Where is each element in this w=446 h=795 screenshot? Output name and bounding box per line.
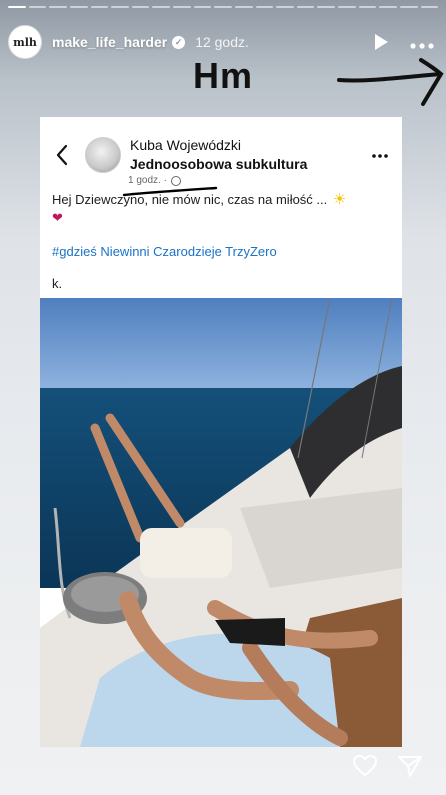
account-avatar[interactable]: mlh <box>8 25 42 59</box>
progress-segment <box>379 6 397 8</box>
play-icon[interactable] <box>370 31 392 53</box>
post-author-name: Kuba Wojewódzki <box>130 137 242 153</box>
heart-emoji-icon: ❤ <box>52 210 63 225</box>
post-hashtags: #gdzieś Niewinni Czarodzieje TrzyZero <box>52 244 277 259</box>
progress-segment <box>234 6 253 8</box>
account-username[interactable]: make_life_harder <box>52 34 167 50</box>
progress-segment <box>255 6 274 8</box>
story-time-ago: 12 godz. <box>195 34 249 50</box>
progress-segment <box>296 6 315 8</box>
post-header: Kuba Wojewódzki Jednoosobowa subkultura … <box>40 127 402 197</box>
post-group-name: Jednoosobowa subkultura <box>130 156 308 172</box>
progress-segment <box>111 6 129 8</box>
progress-segment <box>214 6 232 8</box>
progress-segment <box>152 6 170 8</box>
post-body: Hej Dziewczyno, nie mów nic, czas na mił… <box>52 192 328 207</box>
progress-segment <box>399 6 418 8</box>
story-progress-bar <box>8 6 439 9</box>
more-icon[interactable] <box>410 31 434 53</box>
sun-emoji-icon: ☀ <box>332 191 347 208</box>
progress-segment <box>358 6 377 8</box>
progress-segment <box>69 6 88 8</box>
progress-segment <box>28 6 47 8</box>
facebook-post-screenshot: Kuba Wojewódzki Jednoosobowa subkultura … <box>40 117 402 747</box>
progress-segment <box>420 6 439 8</box>
send-icon[interactable] <box>397 754 423 778</box>
progress-segment <box>8 6 26 8</box>
post-text: Hej Dziewczyno, nie mów nic, czas na mił… <box>52 192 390 226</box>
progress-segment <box>173 6 191 8</box>
post-signature: k. <box>52 276 63 291</box>
globe-icon <box>170 175 181 186</box>
verified-badge-icon: ✓ <box>172 35 186 49</box>
back-arrow-icon <box>56 144 68 166</box>
post-photo <box>40 298 402 747</box>
progress-segment <box>338 6 356 8</box>
author-avatar <box>85 137 121 173</box>
progress-segment <box>193 6 212 8</box>
post-more-icon <box>372 145 388 163</box>
progress-segment <box>131 6 150 8</box>
story-viewer[interactable]: mlh make_life_harder ✓ 12 godz. Hm Kuba … <box>0 0 446 795</box>
progress-segment <box>90 6 109 8</box>
progress-segment <box>317 6 335 8</box>
hand-drawn-arrow-icon <box>337 58 444 106</box>
progress-segment <box>49 6 67 8</box>
heart-icon[interactable] <box>352 754 378 778</box>
progress-segment <box>276 6 294 8</box>
